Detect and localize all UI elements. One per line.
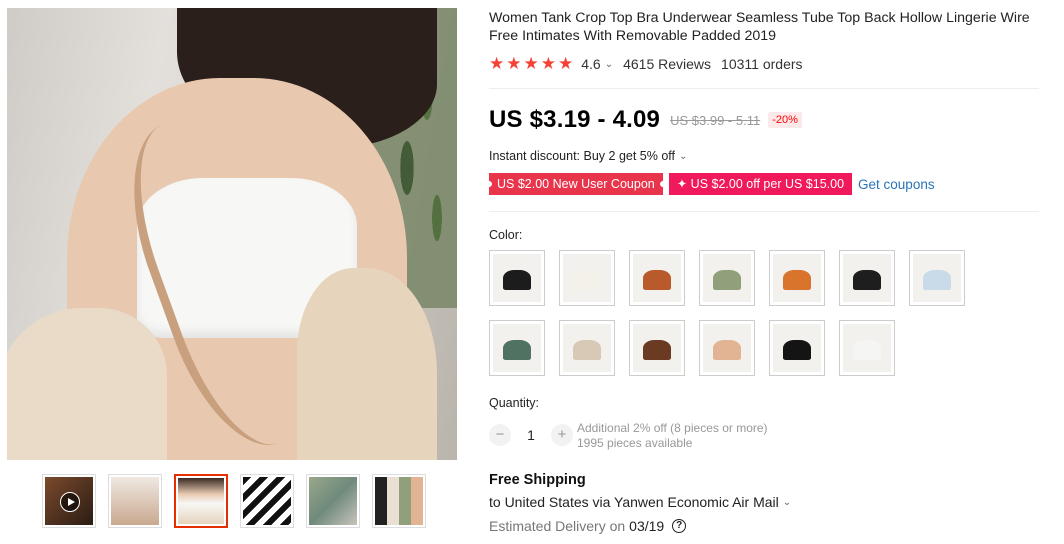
rating-row: ★ ★ ★ ★ ★ 4.6 ⌄ 4615 Reviews 10311 order… bbox=[489, 54, 803, 73]
swatch-garment bbox=[643, 340, 671, 360]
swatch-image bbox=[843, 324, 891, 372]
swatch-image bbox=[703, 254, 751, 302]
store-coupon[interactable]: ✦ US $2.00 off per US $15.00 bbox=[668, 173, 853, 195]
chevron-down-icon: ⌄ bbox=[679, 150, 688, 162]
swatch-image bbox=[563, 324, 611, 372]
swatch-garment bbox=[783, 340, 811, 360]
swatch-garment bbox=[853, 270, 881, 290]
rating-value[interactable]: 4.6 bbox=[581, 56, 600, 72]
color-swatch-7[interactable] bbox=[909, 250, 965, 306]
color-swatch-4[interactable] bbox=[699, 250, 755, 306]
get-coupons-link[interactable]: Get coupons bbox=[858, 177, 935, 192]
color-swatch-5[interactable] bbox=[769, 250, 825, 306]
color-swatch-9[interactable] bbox=[559, 320, 615, 376]
help-icon[interactable]: ? bbox=[672, 519, 687, 533]
star-icon: ★ bbox=[489, 54, 505, 73]
swatch-garment bbox=[503, 340, 531, 360]
swatch-garment bbox=[783, 270, 811, 290]
color-label: Color: bbox=[489, 228, 523, 242]
thumbnail-video[interactable] bbox=[42, 474, 96, 528]
swatch-image bbox=[703, 324, 751, 372]
swatch-image bbox=[633, 324, 681, 372]
swatch-garment bbox=[573, 340, 601, 360]
delivery-label: Estimated Delivery on bbox=[489, 518, 626, 534]
thumbnail-3-selected[interactable] bbox=[174, 474, 228, 528]
image-cardigan-left bbox=[7, 308, 167, 460]
swatch-image bbox=[773, 324, 821, 372]
swatch-garment bbox=[643, 270, 671, 290]
divider bbox=[489, 88, 1039, 89]
new-user-coupon[interactable]: US $2.00 New User Coupon bbox=[486, 173, 666, 195]
divider bbox=[489, 211, 1039, 212]
color-swatch-3[interactable] bbox=[629, 250, 685, 306]
thumbnail-strip bbox=[42, 474, 426, 528]
current-price: US $3.19 - 4.09 bbox=[489, 106, 661, 133]
quantity-input[interactable]: 1 bbox=[511, 427, 551, 443]
original-price: US $3.99 - 5.11 bbox=[670, 112, 761, 128]
swatch-image bbox=[493, 254, 541, 302]
stock-available: 1995 pieces available bbox=[577, 436, 693, 450]
product-title: Women Tank Crop Top Bra Underwear Seamle… bbox=[489, 10, 1030, 44]
swatch-image bbox=[633, 254, 681, 302]
color-swatch-1[interactable] bbox=[489, 250, 545, 306]
color-swatch-10[interactable] bbox=[629, 320, 685, 376]
swatch-image bbox=[773, 254, 821, 302]
color-swatch-8[interactable] bbox=[489, 320, 545, 376]
instant-discount-label: Instant discount: Buy 2 get 5% off bbox=[489, 149, 675, 163]
color-swatch-13[interactable] bbox=[839, 320, 895, 376]
discount-badge: -20% bbox=[768, 112, 802, 128]
swatch-garment bbox=[503, 270, 531, 290]
swatch-image bbox=[913, 254, 961, 302]
play-icon bbox=[60, 492, 80, 512]
main-product-image[interactable] bbox=[7, 8, 457, 460]
swatch-garment bbox=[713, 340, 741, 360]
star-icon: ★ bbox=[523, 54, 539, 73]
quantity-increase-button[interactable]: + bbox=[551, 424, 573, 446]
shipping-title: Free Shipping bbox=[489, 472, 586, 488]
chevron-down-icon: ⌄ bbox=[782, 496, 792, 508]
swatch-garment bbox=[923, 270, 951, 290]
price-row: US $3.19 - 4.09 US $3.99 - 5.11 -20% bbox=[489, 106, 802, 134]
color-swatch-6[interactable] bbox=[839, 250, 895, 306]
color-swatch-11[interactable] bbox=[699, 320, 755, 376]
reviews-link[interactable]: 4615 Reviews bbox=[623, 56, 711, 72]
instant-discount[interactable]: Instant discount: Buy 2 get 5% off ⌄ bbox=[489, 149, 687, 163]
swatch-image bbox=[493, 324, 541, 372]
swatch-garment bbox=[573, 270, 601, 290]
star-icon: ★ bbox=[506, 54, 522, 73]
swatch-image bbox=[563, 254, 611, 302]
thumbnail-2[interactable] bbox=[108, 474, 162, 528]
color-swatches bbox=[489, 250, 989, 376]
thumbnail-6[interactable] bbox=[372, 474, 426, 528]
bulk-discount-note: Additional 2% off (8 pieces or more) bbox=[577, 421, 768, 435]
swatch-garment bbox=[853, 340, 881, 360]
coupon-row: US $2.00 New User Coupon ✦ US $2.00 off … bbox=[486, 173, 935, 195]
star-rating: ★ ★ ★ ★ ★ bbox=[489, 54, 574, 73]
estimated-delivery: Estimated Delivery on 03/19 ? bbox=[489, 518, 687, 534]
quantity-label: Quantity: bbox=[489, 396, 540, 410]
swatch-image bbox=[843, 254, 891, 302]
thumbnail-5[interactable] bbox=[306, 474, 360, 528]
delivery-date: 03/19 bbox=[629, 518, 665, 534]
chevron-down-icon[interactable]: ⌄ bbox=[605, 59, 613, 70]
quantity-decrease-button[interactable]: − bbox=[489, 424, 511, 446]
star-icon: ★ bbox=[558, 54, 574, 73]
shipping-detail: to United States via Yanwen Economic Air… bbox=[489, 494, 779, 510]
quantity-note: Additional 2% off (8 pieces or more) 199… bbox=[577, 421, 768, 451]
color-swatch-2[interactable] bbox=[559, 250, 615, 306]
star-icon: ★ bbox=[540, 54, 556, 73]
quantity-stepper: − 1 + bbox=[489, 424, 573, 446]
shipping-method[interactable]: to United States via Yanwen Economic Air… bbox=[489, 494, 791, 510]
color-swatch-12[interactable] bbox=[769, 320, 825, 376]
swatch-garment bbox=[713, 270, 741, 290]
orders-count: 10311 orders bbox=[721, 56, 803, 72]
thumbnail-4[interactable] bbox=[240, 474, 294, 528]
